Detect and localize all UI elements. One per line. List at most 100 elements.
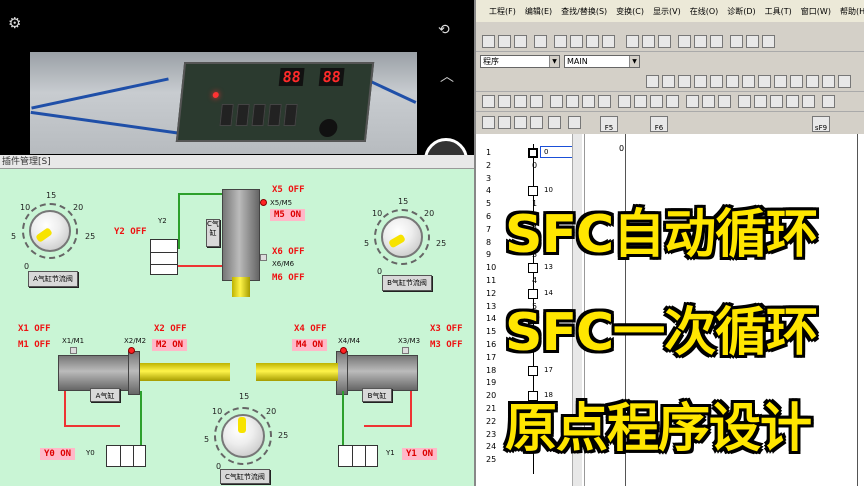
find-icon[interactable] (762, 35, 775, 48)
sfc-icon[interactable] (650, 95, 663, 108)
menu-online[interactable]: 在线(O) (690, 6, 719, 17)
row-number: 15 (486, 327, 497, 337)
undo-icon[interactable] (602, 35, 615, 48)
open-icon[interactable] (498, 35, 511, 48)
chevron-down-icon[interactable]: ▼ (549, 56, 559, 67)
monitor-icon[interactable] (678, 35, 691, 48)
gear-icon[interactable]: ⚙ (8, 14, 21, 32)
copy-icon[interactable] (570, 35, 583, 48)
sfc-icon[interactable] (618, 95, 631, 108)
sfc-icon[interactable] (482, 95, 495, 108)
line-icon[interactable] (822, 75, 835, 88)
sfc-edit-icon[interactable] (482, 116, 495, 129)
knob-a-label: A气缸节流阀 (28, 271, 78, 287)
sfc-step[interactable] (528, 148, 538, 158)
sfc-edit-icon[interactable] (530, 116, 543, 129)
line-icon[interactable] (806, 75, 819, 88)
cut-icon[interactable] (554, 35, 567, 48)
plc-board: 88 88 (175, 62, 375, 142)
chevron-down-icon[interactable]: ▼ (629, 56, 639, 67)
knob-a-tick: 15 (46, 191, 57, 200)
line-icon[interactable] (838, 75, 851, 88)
sfc-edit-icon[interactable] (548, 116, 561, 129)
sfc-icon[interactable] (822, 95, 835, 108)
save-icon[interactable] (514, 35, 527, 48)
menu-convert[interactable]: 变换(C) (616, 6, 644, 17)
coil-icon[interactable] (726, 75, 739, 88)
paste-icon[interactable] (586, 35, 599, 48)
menu-diagnose[interactable]: 诊断(D) (727, 6, 755, 17)
menu-project[interactable]: 工程(F) (489, 6, 516, 17)
relay (283, 104, 298, 126)
sfc-transition[interactable]: 0 (532, 161, 537, 170)
menu-view[interactable]: 显示(V) (653, 6, 681, 17)
sfc-icon[interactable] (718, 95, 731, 108)
m4-status: M4 ON (292, 339, 328, 351)
row-number: 8 (486, 237, 492, 247)
sfc-icon[interactable] (686, 95, 699, 108)
contact-icon[interactable] (694, 75, 707, 88)
relay (267, 104, 282, 126)
sfc-step[interactable] (528, 365, 538, 376)
sfc-edit-icon[interactable] (568, 116, 581, 129)
sfc-icon[interactable] (786, 95, 799, 108)
sfc-icon[interactable] (498, 95, 511, 108)
contact-icon[interactable] (678, 75, 691, 88)
sfc-edit-icon[interactable] (498, 116, 511, 129)
sfc-icon[interactable] (530, 95, 543, 108)
program-type-select[interactable]: 程序 ▼ (480, 55, 560, 68)
program-name-select[interactable]: MAIN ▼ (564, 55, 640, 68)
read-icon[interactable] (710, 35, 723, 48)
new-icon[interactable] (482, 35, 495, 48)
knob-b-label: B气缸节流阀 (382, 275, 432, 291)
sfc-icon[interactable] (802, 95, 815, 108)
sfc-icon[interactable] (582, 95, 595, 108)
chevron-up-icon[interactable]: ︿ (440, 66, 454, 86)
seven-seg-display-right: 88 (318, 68, 345, 86)
menu-edit[interactable]: 编辑(E) (525, 6, 552, 17)
sfc-transition[interactable]: 4 (532, 276, 537, 285)
contact-icon[interactable] (646, 75, 659, 88)
ladder-rail (857, 134, 858, 486)
sfc-icon[interactable] (514, 95, 527, 108)
sfc-icon[interactable] (770, 95, 783, 108)
fkey-sf9[interactable]: sF9 (812, 116, 830, 132)
print-icon[interactable] (534, 35, 547, 48)
menu-window[interactable]: 窗口(W) (801, 6, 831, 17)
line-icon[interactable] (774, 75, 787, 88)
sfc-icon[interactable] (550, 95, 563, 108)
menu-find[interactable]: 查找/替换(S) (561, 6, 607, 17)
contact-icon[interactable] (662, 75, 675, 88)
menu-help[interactable]: 帮助(H) (840, 6, 864, 17)
camera-feed: ⚙ ⟲ ︿ 88 88 (0, 0, 474, 182)
knob-a-tick: 5 (11, 232, 17, 241)
find-icon[interactable] (746, 35, 759, 48)
sensor-x4 (340, 347, 347, 354)
sfc-icon[interactable] (754, 95, 767, 108)
cylinder-c-body (222, 189, 260, 281)
camera-switch-icon[interactable]: ⟲ (438, 22, 450, 38)
sfc-icon[interactable] (738, 95, 751, 108)
sfc-icon[interactable] (666, 95, 679, 108)
knob-b-tick: 15 (398, 197, 409, 206)
sfc-edit-icon[interactable] (514, 116, 527, 129)
sfc-icon[interactable] (598, 95, 611, 108)
fkey-f6[interactable]: F6 (650, 116, 668, 132)
zoom-icon[interactable] (626, 35, 639, 48)
sfc-icon[interactable] (702, 95, 715, 108)
knob-a-tick: 10 (20, 203, 31, 212)
coil-icon[interactable] (710, 75, 723, 88)
menu-tools[interactable]: 工具(T) (765, 6, 792, 17)
fkey-f5[interactable]: F5 (600, 116, 618, 132)
line-green (178, 193, 180, 249)
x3-tag: X3/M3 (398, 337, 421, 345)
line-icon[interactable] (742, 75, 755, 88)
line-icon[interactable] (790, 75, 803, 88)
line-icon[interactable] (758, 75, 771, 88)
zoom-icon[interactable] (658, 35, 671, 48)
find-icon[interactable] (730, 35, 743, 48)
write-icon[interactable] (694, 35, 707, 48)
sfc-icon[interactable] (566, 95, 579, 108)
zoom-icon[interactable] (642, 35, 655, 48)
sfc-icon[interactable] (634, 95, 647, 108)
